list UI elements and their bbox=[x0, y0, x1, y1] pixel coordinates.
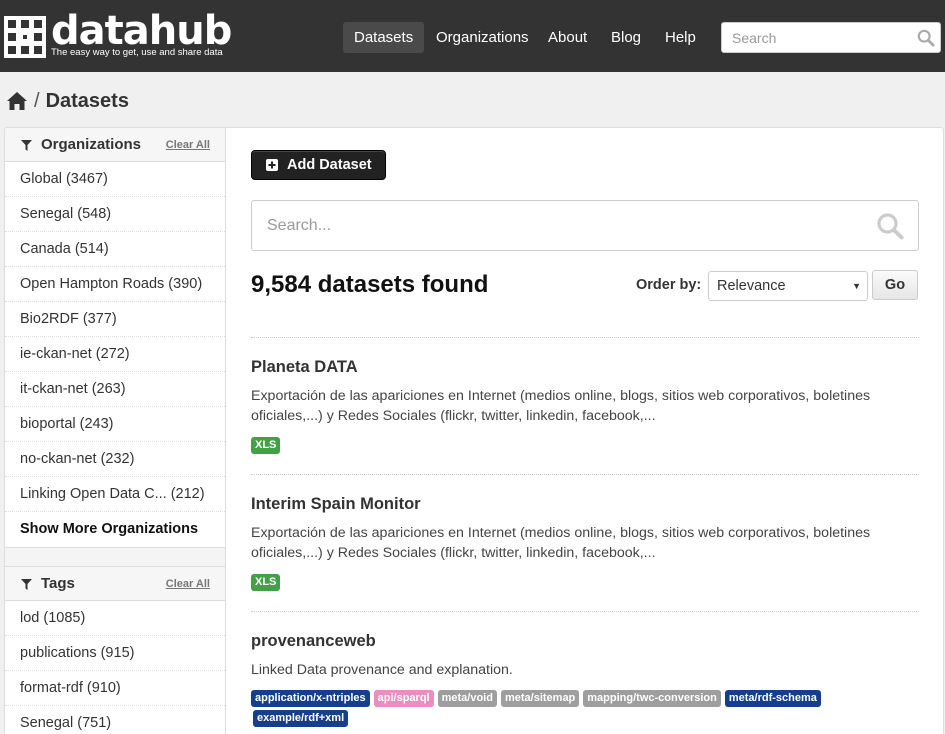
format-badge[interactable]: api/sparql bbox=[373, 690, 434, 707]
order-by-value: Relevance bbox=[717, 278, 786, 294]
dataset-item: provenanceweb Linked Data provenance and… bbox=[251, 611, 919, 734]
format-badge[interactable]: meta/rdf-schema bbox=[724, 690, 821, 707]
nav-organizations[interactable]: Organizations bbox=[425, 22, 540, 53]
dataset-item: Planeta DATA Exportación de las aparicio… bbox=[251, 337, 919, 474]
format-badge[interactable]: meta/void bbox=[437, 690, 497, 707]
format-badge[interactable]: XLS bbox=[251, 437, 281, 454]
dataset-format-list: XLS bbox=[251, 437, 911, 457]
tag-facet-item[interactable]: format-rdf (910) bbox=[5, 671, 225, 706]
tag-facet-item[interactable]: lod (1085) bbox=[5, 601, 225, 636]
organizations-facet-header: Organizations Clear All bbox=[5, 128, 225, 162]
organizations-facet-title: Organizations bbox=[41, 136, 142, 153]
breadcrumb: / Datasets bbox=[6, 86, 129, 116]
facet-sidebar: Organizations Clear All Global (3467) Se… bbox=[5, 128, 226, 734]
organization-facet-item[interactable]: Bio2RDF (377) bbox=[5, 302, 225, 337]
organization-facet-item[interactable]: it-ckan-net (263) bbox=[5, 372, 225, 407]
search-icon[interactable] bbox=[876, 212, 904, 240]
format-badge[interactable]: application/x-ntriples bbox=[251, 690, 370, 707]
format-badge[interactable]: example/rdf+xml bbox=[253, 710, 349, 727]
organization-facet-item[interactable]: Global (3467) bbox=[5, 162, 225, 197]
add-dataset-label: Add Dataset bbox=[287, 157, 372, 173]
tags-facet-title: Tags bbox=[41, 575, 75, 592]
dataset-description: Exportación de las apariciones en Intern… bbox=[251, 388, 871, 424]
tag-facet-item[interactable]: Senegal (751) bbox=[5, 706, 225, 734]
facet-divider bbox=[5, 547, 225, 567]
nav-blog[interactable]: Blog bbox=[600, 22, 652, 53]
filter-icon bbox=[21, 579, 32, 590]
organization-facet-item[interactable]: bioportal (243) bbox=[5, 407, 225, 442]
dataset-format-list: application/x-ntriples api/sparql meta/v… bbox=[251, 690, 911, 730]
add-dataset-button[interactable]: Add Dataset bbox=[251, 150, 386, 180]
dataset-search-box bbox=[251, 200, 919, 251]
organization-facet-item[interactable]: no-ckan-net (232) bbox=[5, 442, 225, 477]
order-by-label: Order by: bbox=[636, 277, 702, 293]
organization-facet-item[interactable]: Linking Open Data C... (212) bbox=[5, 477, 225, 512]
organization-facet-item[interactable]: Open Hampton Roads (390) bbox=[5, 267, 225, 302]
tag-facet-item[interactable]: publications (915) bbox=[5, 636, 225, 671]
dropdown-caret-icon: ▼ bbox=[852, 281, 861, 291]
nav-help[interactable]: Help bbox=[654, 22, 707, 53]
go-button[interactable]: Go bbox=[872, 270, 918, 300]
format-badge[interactable]: meta/sitemap bbox=[500, 690, 580, 707]
tags-clear-all-link[interactable]: Clear All bbox=[166, 578, 210, 590]
organization-facet-item[interactable]: Senegal (548) bbox=[5, 197, 225, 232]
show-more-organizations-link[interactable]: Show More Organizations bbox=[5, 512, 225, 547]
organization-facet-item[interactable]: Canada (514) bbox=[5, 232, 225, 267]
main-panel: Organizations Clear All Global (3467) Se… bbox=[4, 127, 944, 734]
format-badge[interactable]: XLS bbox=[251, 574, 281, 591]
datahub-logo[interactable]: datahub The easy way to get, use and sha… bbox=[4, 8, 244, 62]
search-icon[interactable] bbox=[917, 29, 935, 47]
dataset-search-content: Add Dataset 9,584 datasets found Order b… bbox=[251, 128, 919, 734]
format-badge[interactable]: mapping/twc-conversion bbox=[583, 690, 721, 707]
breadcrumb-current[interactable]: Datasets bbox=[46, 90, 129, 113]
dataset-item: Interim Spain Monitor Exportación de las… bbox=[251, 474, 919, 611]
tags-facet-header: Tags Clear All bbox=[5, 567, 225, 601]
dataset-description: Exportación de las apariciones en Intern… bbox=[251, 525, 871, 561]
logo-tagline: The easy way to get, use and share data bbox=[51, 47, 223, 58]
home-icon[interactable] bbox=[6, 91, 28, 111]
order-by-select[interactable]: Relevance ▼ bbox=[708, 271, 868, 301]
plus-square-icon bbox=[266, 159, 278, 171]
nav-about[interactable]: About bbox=[537, 22, 598, 53]
breadcrumb-separator: / bbox=[34, 89, 40, 112]
filter-icon bbox=[21, 140, 32, 151]
dataset-title[interactable]: Interim Spain Monitor bbox=[251, 495, 421, 514]
results-count: 9,584 datasets found bbox=[251, 271, 489, 298]
organizations-clear-all-link[interactable]: Clear All bbox=[166, 139, 210, 151]
datahub-logo-icon bbox=[4, 16, 46, 58]
top-navigation-bar: datahub The easy way to get, use and sha… bbox=[0, 0, 945, 72]
header-search-box bbox=[721, 22, 941, 53]
nav-datasets[interactable]: Datasets bbox=[343, 22, 425, 53]
dataset-title[interactable]: Planeta DATA bbox=[251, 358, 358, 377]
dataset-title[interactable]: provenanceweb bbox=[251, 632, 376, 651]
dataset-search-input[interactable] bbox=[252, 201, 852, 250]
organization-facet-item[interactable]: ie-ckan-net (272) bbox=[5, 337, 225, 372]
dataset-description: Linked Data provenance and explanation. bbox=[251, 662, 513, 678]
header-search-input[interactable] bbox=[722, 23, 902, 52]
dataset-format-list: XLS bbox=[251, 574, 911, 594]
